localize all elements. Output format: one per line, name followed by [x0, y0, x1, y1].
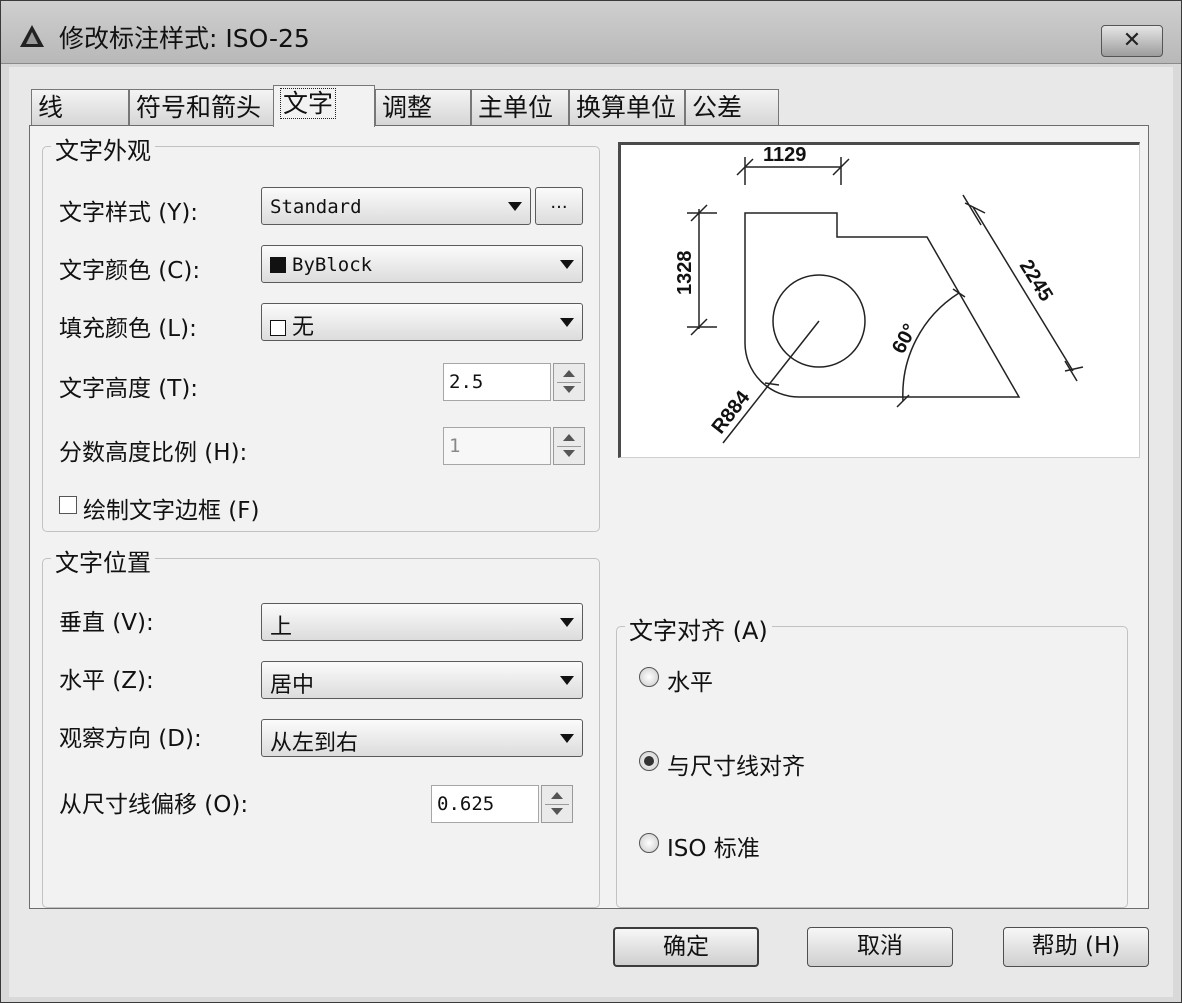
chevron-down-icon: [508, 202, 522, 211]
empty-swatch-icon: [270, 320, 286, 336]
text-appearance-group: 文字外观 文字样式 (Y): Standard ... 文字颜色 (C): By…: [42, 131, 600, 532]
tab-lines[interactable]: 线: [31, 89, 129, 125]
part-outline: [744, 212, 1021, 398]
tick-mark: [764, 382, 780, 386]
dim-text-top: 1129: [763, 145, 806, 166]
draw-frame-label[interactable]: 绘制文字边框 (F): [83, 491, 260, 525]
spin-up-icon: [563, 370, 575, 377]
dim-line-right: [972, 206, 1074, 372]
tab-label: 线: [38, 93, 64, 122]
tab-label: 主单位: [478, 93, 554, 122]
text-style-dropdown[interactable]: Standard: [261, 187, 531, 225]
dimension-preview-drawing: 1129 1328 2245 R884 60°: [674, 144, 1084, 444]
offset-label: 从尺寸线偏移 (O):: [59, 792, 249, 818]
chevron-down-icon: [560, 260, 574, 269]
dim-text-right: 2245: [1015, 256, 1057, 305]
horizontal-dropdown[interactable]: 居中: [261, 661, 583, 699]
ellipsis-icon: ...: [550, 192, 568, 213]
offset-spinner[interactable]: [541, 785, 573, 823]
text-height-spinner[interactable]: [553, 363, 585, 401]
tab-alternate-units[interactable]: 换算单位: [569, 89, 685, 125]
align-iso-label[interactable]: ISO 标准: [667, 829, 760, 863]
window-title: 修改标注样式: ISO-25: [59, 24, 310, 53]
fraction-height-label: 分数高度比例 (H):: [59, 440, 248, 466]
tab-label: 换算单位: [576, 93, 677, 122]
vertical-dropdown[interactable]: 上: [261, 603, 583, 641]
text-height-label: 文字高度 (T):: [59, 376, 199, 402]
view-direction-dropdown[interactable]: 从左到右: [261, 719, 583, 757]
align-with-dimline-label[interactable]: 与尺寸线对齐: [667, 747, 805, 781]
text-color-dropdown[interactable]: ByBlock: [261, 245, 583, 283]
dim-text-angle: 60°: [888, 320, 922, 357]
text-style-label: 文字样式 (Y):: [59, 200, 199, 226]
text-placement-group: 文字位置 垂直 (V): 上 水平 (Z): 居中 观察方向 (D): 从左到右…: [42, 543, 600, 908]
dim-text-left: 1328: [674, 251, 696, 296]
spin-up-icon: [563, 434, 575, 441]
fill-color-dropdown[interactable]: 无: [261, 303, 583, 341]
autocad-app-icon: [20, 25, 44, 47]
chevron-down-icon: [560, 676, 574, 685]
cancel-button[interactable]: 取消: [807, 927, 953, 967]
spin-down-icon: [551, 808, 563, 815]
draw-frame-checkbox[interactable]: [59, 496, 77, 514]
title-bar[interactable]: 修改标注样式: ISO-25 ✕: [1, 1, 1181, 64]
text-color-label: 文字颜色 (C):: [59, 258, 201, 284]
tab-panel-text: 文字外观 文字样式 (Y): Standard ... 文字颜色 (C): By…: [29, 125, 1149, 909]
close-button[interactable]: ✕: [1101, 25, 1163, 57]
tab-symbols-arrows[interactable]: 符号和箭头: [129, 89, 274, 125]
align-iso-radio[interactable]: [639, 833, 659, 853]
view-direction-label: 观察方向 (D):: [59, 726, 202, 752]
align-with-dimline-radio[interactable]: [639, 751, 659, 771]
vertical-label: 垂直 (V):: [59, 610, 154, 636]
horizontal-label: 水平 (Z):: [59, 668, 154, 694]
chevron-down-icon: [560, 734, 574, 743]
group-title: 文字外观: [51, 131, 155, 166]
text-style-browse-button[interactable]: ...: [535, 187, 583, 225]
spin-down-icon: [563, 450, 575, 457]
text-style-value: Standard: [270, 196, 362, 218]
view-direction-value: 从左到右: [270, 731, 359, 756]
dialog-window: 修改标注样式: ISO-25 ✕ 线 符号和箭头 文字 调整 主单位 换算单位 …: [0, 0, 1182, 1003]
text-color-value: ByBlock: [292, 254, 373, 276]
offset-input[interactable]: 0.625: [431, 785, 539, 823]
horizontal-value: 居中: [270, 673, 315, 698]
vertical-value: 上: [270, 615, 293, 640]
fill-color-label: 填充颜色 (L):: [59, 316, 197, 342]
close-icon: ✕: [1122, 28, 1142, 53]
fill-color-value: 无: [292, 315, 315, 340]
color-swatch-icon: [270, 257, 286, 273]
tab-label: 调整: [382, 93, 433, 122]
tab-label: 文字: [280, 88, 337, 119]
dialog-client: 线 符号和箭头 文字 调整 主单位 换算单位 公差 文字外观 文字样式 (Y):…: [9, 67, 1173, 997]
group-title: 文字位置: [51, 543, 155, 578]
fraction-height-input[interactable]: 1: [443, 427, 551, 465]
align-horizontal-radio[interactable]: [639, 667, 659, 687]
group-title: 文字对齐 (A): [625, 611, 772, 646]
tick-mark: [1064, 366, 1084, 372]
ok-button[interactable]: 确定: [613, 927, 759, 967]
tab-tolerances[interactable]: 公差: [685, 89, 779, 125]
chevron-down-icon: [560, 618, 574, 627]
chevron-down-icon: [560, 318, 574, 327]
tab-fit[interactable]: 调整: [375, 89, 471, 125]
fraction-height-spinner[interactable]: [553, 427, 585, 465]
help-button[interactable]: 帮助 (H): [1003, 927, 1149, 967]
tab-label: 公差: [692, 93, 743, 122]
tab-primary-units[interactable]: 主单位: [471, 89, 569, 125]
spin-down-icon: [563, 386, 575, 393]
tab-label: 符号和箭头: [136, 93, 262, 122]
spin-up-icon: [551, 792, 563, 799]
radius-leader: [722, 320, 820, 444]
align-horizontal-label[interactable]: 水平: [667, 663, 713, 697]
text-alignment-group: 文字对齐 (A) 水平 与尺寸线对齐 ISO 标准: [616, 611, 1128, 908]
text-height-input[interactable]: 2.5: [443, 363, 551, 401]
tab-text[interactable]: 文字: [273, 85, 375, 127]
preview-panel: 1129 1328 2245 R884 60°: [618, 142, 1140, 458]
